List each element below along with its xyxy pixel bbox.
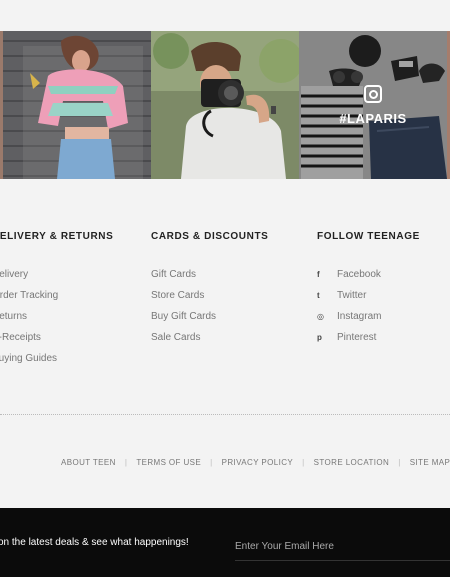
link-store-cards[interactable]: Store Cards xyxy=(151,285,268,306)
link-sale-cards[interactable]: Sale Cards xyxy=(151,327,268,348)
link-buying-guides[interactable]: Buying Guides xyxy=(0,348,113,369)
social-label: Instagram xyxy=(337,311,382,322)
column-heading: CARDS & DISCOUNTS xyxy=(151,231,269,242)
separator: | xyxy=(124,458,128,467)
social-label: Twitter xyxy=(337,290,367,301)
column-heading: FOLLOW TEENAGE xyxy=(317,231,420,242)
link-pinterest[interactable]: p Pinterest xyxy=(317,327,420,348)
link-order-tracking[interactable]: Order Tracking xyxy=(0,285,113,306)
gallery-overlay[interactable]: #LAPARIS xyxy=(299,31,447,179)
gallery-photo-photographer[interactable] xyxy=(151,31,299,179)
social-links: f Facebook t Twitter ◎ Instagram p Pinte… xyxy=(317,264,420,348)
facebook-icon: f xyxy=(317,270,320,279)
newsletter-bar: on the latest deals & see what happening… xyxy=(0,508,450,577)
twitter-icon: t xyxy=(317,291,320,300)
link-buy-gift-cards[interactable]: Buy Gift Cards xyxy=(151,306,268,327)
separator: | xyxy=(398,458,401,467)
social-label: Pinterest xyxy=(337,332,377,343)
link-facebook[interactable]: f Facebook xyxy=(317,264,420,285)
gallery-photo-woman[interactable] xyxy=(3,31,151,179)
footer-link-privacy[interactable]: PRIVACY POLICY xyxy=(222,458,294,467)
gallery-hashtag: #LAPARIS xyxy=(339,110,407,126)
footer-divider xyxy=(0,414,450,415)
newsletter-text: on the latest deals & see what happening… xyxy=(0,537,189,548)
footer-column-delivery: DELIVERY & RETURNS Delivery Order Tracki… xyxy=(0,231,113,369)
footer-link-about[interactable]: ABOUT TEEN xyxy=(61,458,116,467)
delivery-links: Delivery Order Tracking Returns E-Receip… xyxy=(0,264,113,369)
footer-column-social: FOLLOW TEENAGE f Facebook t Twitter ◎ In… xyxy=(317,231,420,348)
column-heading: DELIVERY & RETURNS xyxy=(0,231,114,242)
link-gift-cards[interactable]: Gift Cards xyxy=(151,264,268,285)
photo-photographer-illustration xyxy=(151,31,299,179)
instagram-gallery: #LAPARIS xyxy=(0,31,450,179)
separator: | xyxy=(210,458,213,467)
footer-link-store-location[interactable]: STORE LOCATION xyxy=(314,458,390,467)
social-label: Facebook xyxy=(337,269,381,280)
instagram-icon xyxy=(364,84,382,103)
link-instagram[interactable]: ◎ Instagram xyxy=(317,306,420,327)
top-spacer xyxy=(0,0,450,31)
footer-link-terms[interactable]: TERMS OF USE xyxy=(136,458,201,467)
pinterest-icon: p xyxy=(317,333,322,342)
footer-link-site-map[interactable]: SITE MAP xyxy=(410,458,450,467)
instagram-icon: ◎ xyxy=(317,312,324,321)
cards-links: Gift Cards Store Cards Buy Gift Cards Sa… xyxy=(151,264,268,348)
link-returns[interactable]: Returns xyxy=(0,306,113,327)
link-twitter[interactable]: t Twitter xyxy=(317,285,420,306)
email-input[interactable] xyxy=(235,532,450,561)
footer-bottom-links: ABOUT TEEN | TERMS OF USE | PRIVACY POLICY | S… xyxy=(61,458,450,467)
photo-woman-illustration xyxy=(3,31,151,179)
separator: | xyxy=(302,458,305,467)
footer-column-cards: CARDS & DISCOUNTS Gift Cards Store Cards… xyxy=(151,231,268,348)
link-e-receipts[interactable]: E-Receipts xyxy=(0,327,113,348)
link-delivery[interactable]: Delivery xyxy=(0,264,113,285)
gallery-photo-flatlay[interactable]: #LAPARIS xyxy=(299,31,447,179)
